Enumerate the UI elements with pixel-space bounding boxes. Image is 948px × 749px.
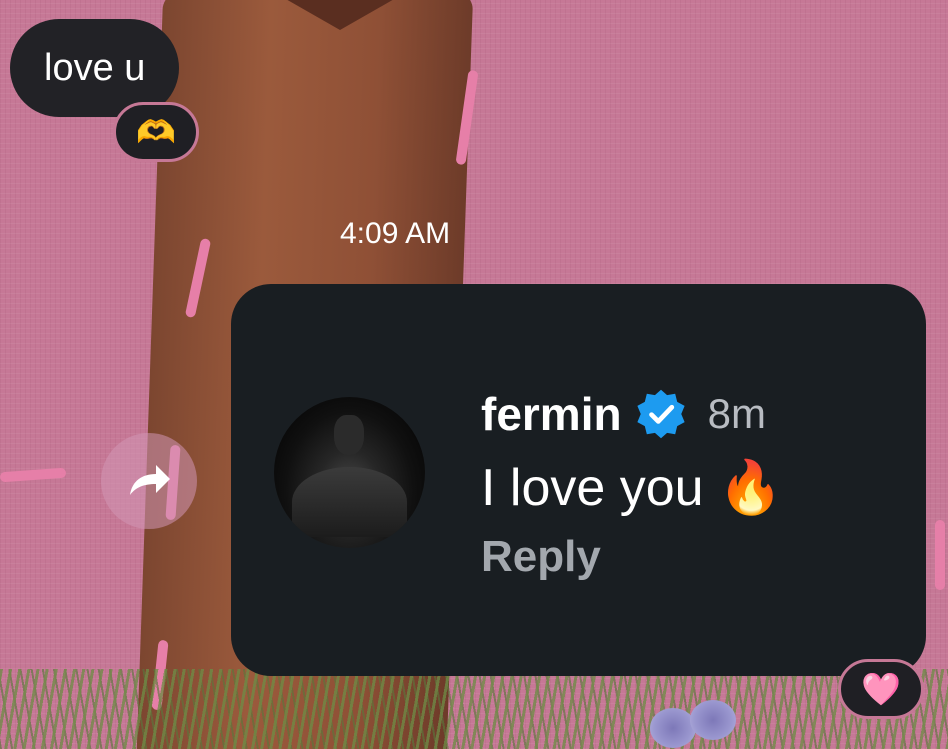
avatar-figure-head [334, 415, 364, 455]
comment-username[interactable]: fermin [481, 387, 622, 441]
comment-text: I love you 🔥 [481, 459, 783, 517]
shared-comment-card[interactable]: fermin 8m I love you 🔥 Reply [231, 284, 926, 676]
reaction-emoji: 🫶 [136, 114, 176, 150]
comment-header: fermin 8m [481, 387, 783, 441]
wallpaper-stitch [0, 467, 67, 483]
message-timestamp: 4:09 AM [340, 217, 451, 250]
comment-age: 8m [707, 390, 766, 437]
forward-button[interactable] [101, 433, 197, 529]
wallpaper-grass [0, 669, 948, 749]
wallpaper-flower [650, 708, 696, 748]
message-reaction[interactable]: 🫶 [113, 102, 199, 162]
wallpaper-stitch [935, 520, 945, 590]
reaction-emoji: 🩷 [861, 671, 901, 707]
wallpaper-flower [690, 700, 736, 740]
avatar-figure-shoulders [292, 467, 407, 537]
forward-share-icon [130, 465, 170, 495]
reply-button[interactable]: Reply [481, 532, 783, 582]
comment-body: fermin 8m I love you 🔥 Reply [481, 387, 783, 582]
message-text: love u [44, 46, 146, 89]
avatar[interactable] [274, 397, 425, 548]
verified-badge-icon [636, 389, 685, 439]
card-reaction[interactable]: 🩷 [838, 659, 924, 719]
